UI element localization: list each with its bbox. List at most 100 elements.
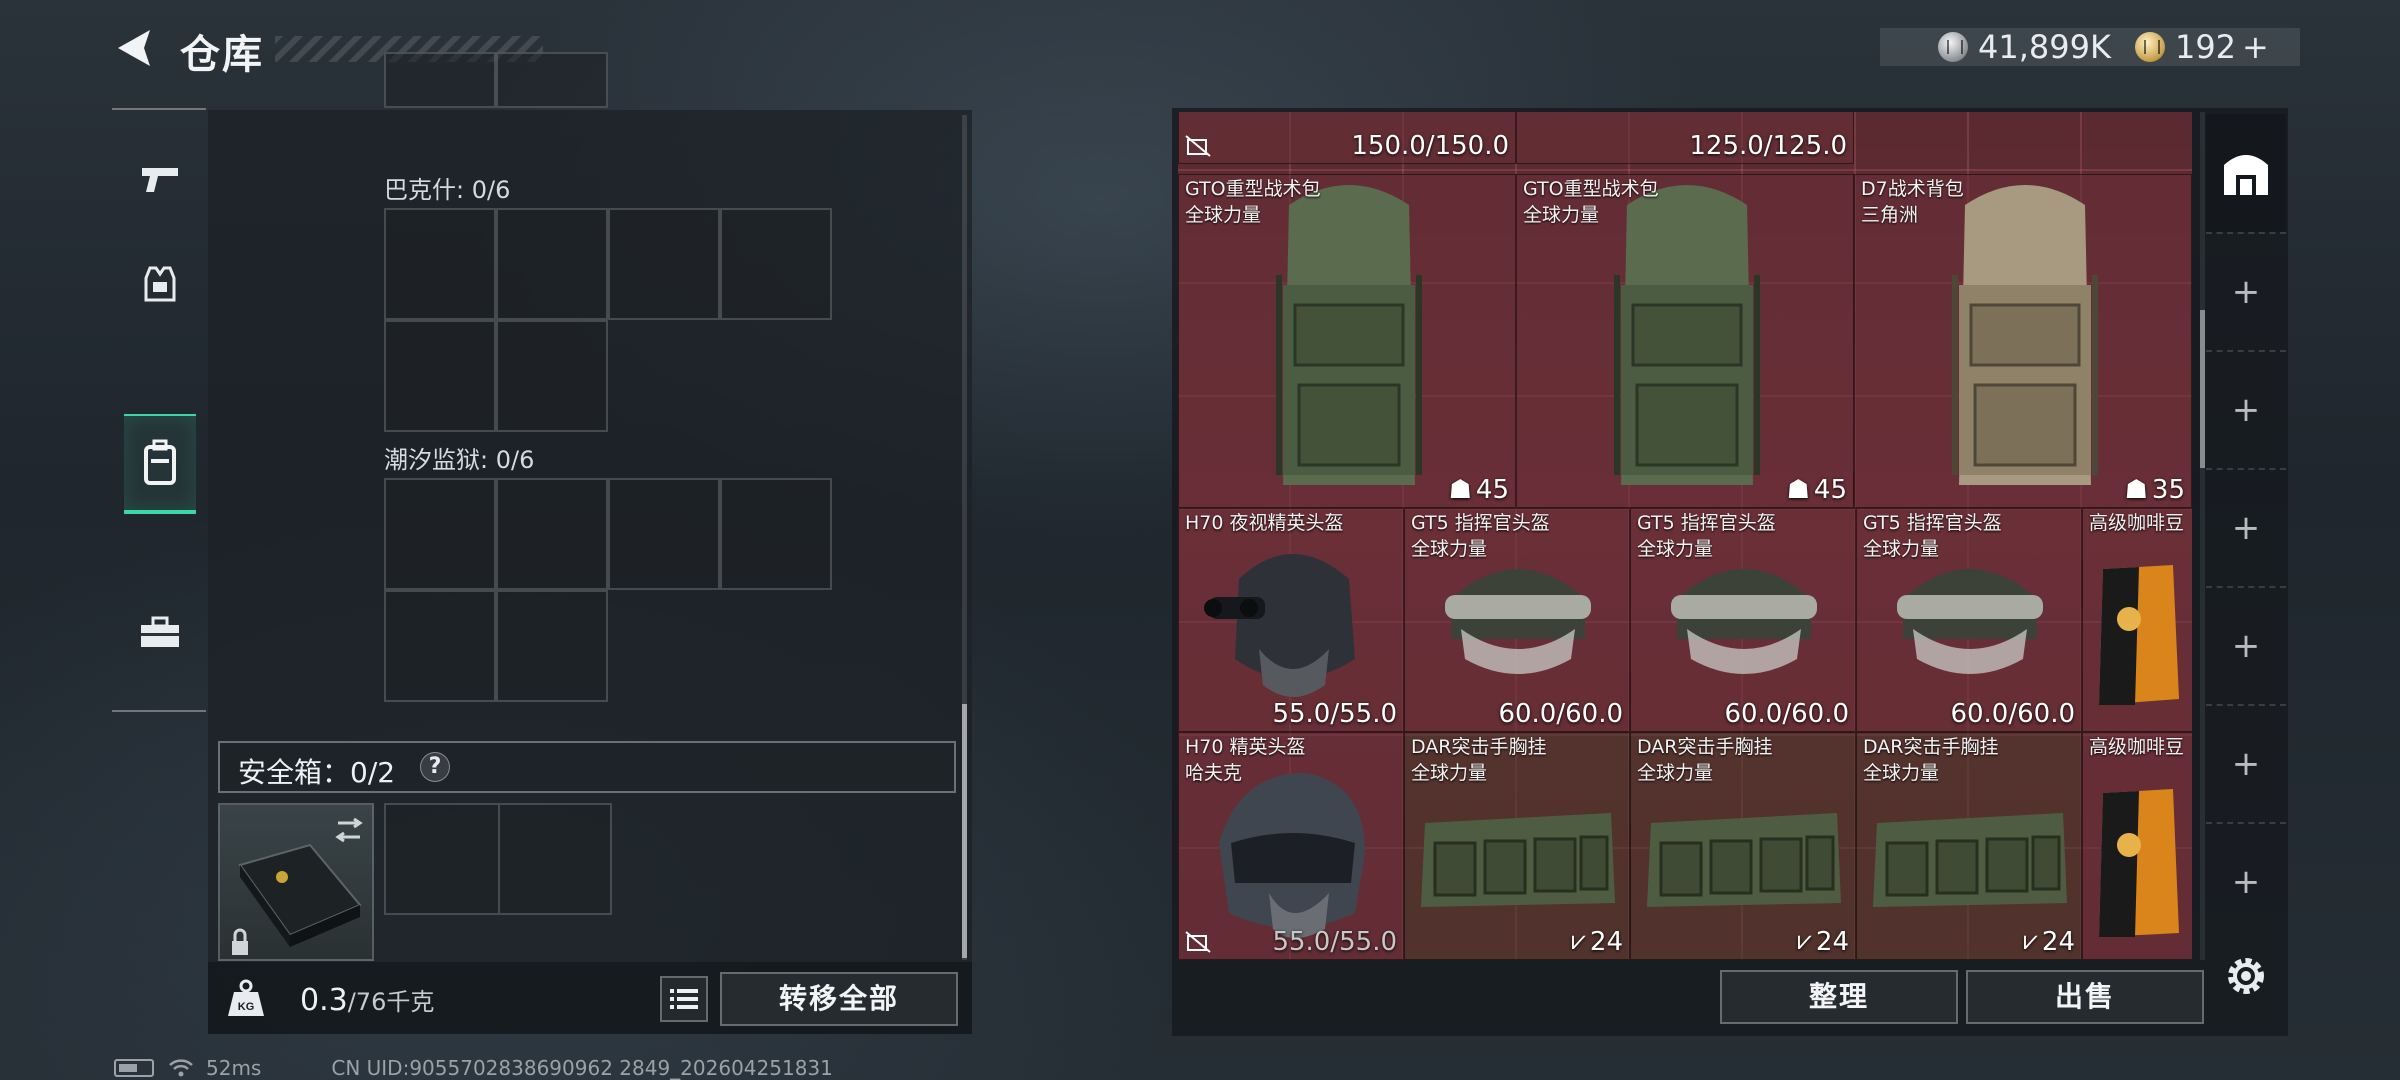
item-name: 高级咖啡豆 [2089,512,2185,534]
stash-item-coffee[interactable]: 高级咖啡豆 [2082,732,2192,960]
stash-item-backpack[interactable]: GTO重型战术包 全球力量 ☗ 45 [1516,174,1854,508]
add-storage-tab[interactable]: + [2206,586,2286,704]
item-name: GT5 指挥官头盔 [1863,512,2002,534]
weight-capacity: /76千克 [347,988,435,1016]
weight-bar: KG 0.3/76千克 转移全部 [208,962,972,1034]
safebox-header: 安全箱：0/2 ? [218,741,956,793]
grid-slot[interactable] [384,590,496,702]
silver-coin-icon [1938,32,1968,62]
grid-slot[interactable] [496,478,608,590]
item-brand: 全球力量 [1185,204,1262,226]
grid-slot[interactable] [720,478,832,590]
item-brand: 全球力量 [1863,762,1940,784]
category-nav [112,108,206,712]
grid-slot[interactable] [720,208,832,320]
grid-slot[interactable] [496,320,608,432]
left-scroll-thumb[interactable] [962,704,967,958]
grid-slot[interactable] [496,590,608,702]
stash-item-chest-rig[interactable]: DAR突击手胸挂 全球力量 ⩗ 24 [1404,732,1630,960]
storage-tab-main[interactable] [2206,114,2286,232]
item-name: GTO重型战术包 [1185,178,1321,200]
stash-scrollbar[interactable] [2200,112,2205,960]
grid-slot[interactable] [384,52,496,108]
stash-item-chest-rig[interactable]: DAR突击手胸挂 全球力量 ⩗ 24 [1630,732,1856,960]
no-trade-icon [1185,135,1211,157]
item-name: 高级咖啡豆 [2089,736,2185,758]
grid-slot[interactable] [384,478,496,590]
sort-button[interactable]: 整理 [1720,970,1958,1024]
svg-text:KG: KG [238,1001,255,1013]
item-brand: 三角洲 [1861,204,1919,226]
item-brand: 哈夫克 [1185,762,1243,784]
item-brand: 全球力量 [1863,538,1940,560]
grid-slot[interactable] [608,478,720,590]
durability-value: 125.0/125.0 [1689,131,1847,161]
gear-icon[interactable] [2222,952,2270,1000]
weight-current: 0.3 [300,983,348,1018]
durability-value: 60.0/60.0 [1724,699,1849,729]
battery-icon [114,1059,154,1077]
safebox-item[interactable] [218,803,374,961]
safebox-case-icon [232,817,363,955]
item-count: ☗ 45 [1786,475,1847,505]
slot-count-icon: ☗ [1786,475,1810,505]
grid-slot[interactable] [608,208,720,320]
stash-scroll-thumb[interactable] [2200,310,2205,468]
slot-count-icon: ⩗ [1571,926,1586,956]
stash-item-helmet[interactable]: H70 精英头盔 哈夫克 55.0/55.0 [1178,732,1404,960]
toolbox-icon [141,616,179,647]
backpack-icon [144,439,176,485]
stash-item-partial[interactable]: 125.0/125.0 [1516,112,1854,164]
safebox-slot[interactable] [384,803,612,915]
currency-bar: 41,899K 192 + [1880,28,2300,66]
section-label: 巴克什: 0/6 [384,176,511,204]
nav-backpack[interactable] [124,414,196,514]
grid-slot[interactable] [496,52,608,108]
item-count: ⩗ 24 [2023,926,2075,957]
add-storage-tab[interactable]: + [2206,822,2286,940]
grid-slot[interactable] [384,208,496,320]
weight-kg-icon: KG [228,979,264,1016]
stash-item-partial[interactable]: 150.0/150.0 [1178,112,1516,164]
item-brand: 全球力量 [1411,538,1488,560]
back-arrow-icon[interactable] [112,26,156,70]
nav-armor[interactable] [124,234,196,334]
help-icon[interactable]: ? [420,752,450,782]
vest-icon [144,266,176,302]
stash-item-helmet[interactable]: GT5 指挥官头盔 全球力量 60.0/60.0 [1404,508,1630,732]
stash-item-backpack[interactable]: GTO重型战术包 全球力量 ☗ 45 [1178,174,1516,508]
stash-item-chest-rig[interactable]: DAR突击手胸挂 全球力量 ⩗ 24 [1856,732,2082,960]
add-storage-tab[interactable]: + [2206,350,2286,468]
stash-item-helmet[interactable]: H70 夜视精英头盔 55.0/55.0 [1178,508,1404,732]
add-storage-tab[interactable]: + [2206,232,2286,350]
nav-weapon[interactable] [124,130,196,230]
add-storage-tab[interactable]: + [2206,468,2286,586]
item-brand: 全球力量 [1637,762,1714,784]
section-label: 潮汐监狱: 0/6 [384,446,535,474]
list-icon [670,989,698,1009]
item-count: ☗ 45 [1448,475,1509,505]
coffee-bag-image [2099,565,2179,705]
item-name: H70 精英头盔 [1185,736,1306,758]
stash-item-coffee[interactable]: 高级咖啡豆 [2082,508,2192,732]
item-name: DAR突击手胸挂 [1863,736,1999,758]
silver-amount: 41,899K [1978,28,2111,66]
stash-item-helmet[interactable]: GT5 指挥官头盔 全球力量 60.0/60.0 [1856,508,2082,732]
nav-toolbox[interactable] [124,582,196,682]
weight-value: 0.3/76千克 [300,982,434,1018]
uid-text: CN UID:9055702838690962 2849_20260425183… [331,1056,833,1080]
add-storage-tab[interactable]: + [2206,704,2286,822]
stash-item-helmet[interactable]: GT5 指挥官头盔 全球力量 60.0/60.0 [1630,508,1856,732]
item-name: GT5 指挥官头盔 [1411,512,1550,534]
sell-button[interactable]: 出售 [1966,970,2204,1024]
safebox-label: 安全箱：0/2 [238,756,396,789]
stash-item-backpack[interactable]: D7战术背包 三角洲 ☗ 35 [1854,174,2192,508]
transfer-all-button[interactable]: 转移全部 [720,972,958,1026]
durability-value: 60.0/60.0 [1950,699,2075,729]
list-view-button[interactable] [660,976,708,1022]
grid-slot[interactable] [496,208,608,320]
add-gold-button[interactable]: + [2242,28,2269,66]
grid-slot[interactable] [384,320,496,432]
slot-count-icon: ⩗ [1797,926,1812,956]
slot-count-icon: ☗ [2124,475,2148,505]
